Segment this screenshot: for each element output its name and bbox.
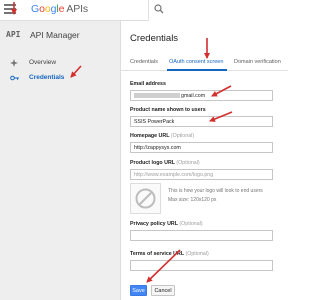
- logo-url-label: Product logo URL (Optional): [130, 160, 200, 166]
- tab-oauth-consent-screen[interactable]: OAuth consent screen: [169, 59, 223, 65]
- tab-domain-verification[interactable]: Domain verification: [234, 59, 281, 65]
- email-label: Email address: [130, 81, 166, 87]
- sidebar-item-overview[interactable]: Overview: [0, 55, 121, 71]
- search-icon: [154, 4, 164, 14]
- homepage-url-input[interactable]: http://zappysys.com: [130, 142, 273, 153]
- top-bar: Google APIs: [0, 0, 288, 21]
- overview-icon: [10, 59, 18, 67]
- logo-url-input[interactable]: http://www.example.com/logo.png: [130, 169, 273, 180]
- product-name-label: Product name shown to users: [130, 107, 206, 113]
- sidebar-title: API Manager: [30, 30, 80, 40]
- hamburger-menu-icon[interactable]: [4, 4, 16, 16]
- key-icon: [10, 75, 19, 81]
- api-badge: API: [6, 30, 21, 39]
- tab-credentials[interactable]: Credentials: [130, 59, 158, 65]
- cancel-button[interactable]: Cancel: [151, 285, 175, 296]
- logo-size-hint: Max size: 120x120 px: [168, 197, 217, 203]
- terms-url-label: Terms of service URL (Optional): [130, 251, 209, 257]
- image-placeholder-icon: [135, 188, 156, 209]
- tab-bar: Credentials OAuth consent screen Domain …: [121, 57, 288, 71]
- privacy-url-label: Privacy policy URL (Optional): [130, 221, 203, 227]
- sidebar: API API Manager Overview Credentials: [0, 21, 121, 300]
- search-input[interactable]: [148, 0, 288, 21]
- homepage-url-label: Homepage URL (Optional): [130, 133, 195, 139]
- main-content: Credentials Credentials OAuth consent sc…: [121, 21, 288, 300]
- redacted-email: [134, 93, 180, 99]
- active-tab-indicator: [167, 69, 227, 71]
- api-manager-header: API API Manager: [0, 21, 121, 54]
- save-button[interactable]: Save: [130, 285, 147, 296]
- terms-url-input[interactable]: [130, 260, 273, 271]
- logo-preview: [130, 183, 161, 214]
- page-title: Credentials: [130, 33, 179, 44]
- email-select[interactable]: gmail.com: [130, 90, 273, 101]
- product-name-input[interactable]: SSIS PowerPack: [130, 116, 273, 127]
- privacy-url-input[interactable]: [130, 230, 273, 241]
- sidebar-item-label: Overview: [29, 59, 57, 66]
- google-apis-logo[interactable]: Google APIs: [31, 3, 88, 15]
- sidebar-item-credentials[interactable]: Credentials: [0, 70, 121, 86]
- email-domain: gmail.com: [181, 93, 206, 99]
- logo-hint-text: This is how your logo will look to end u…: [168, 188, 263, 194]
- sidebar-item-label: Credentials: [29, 74, 65, 81]
